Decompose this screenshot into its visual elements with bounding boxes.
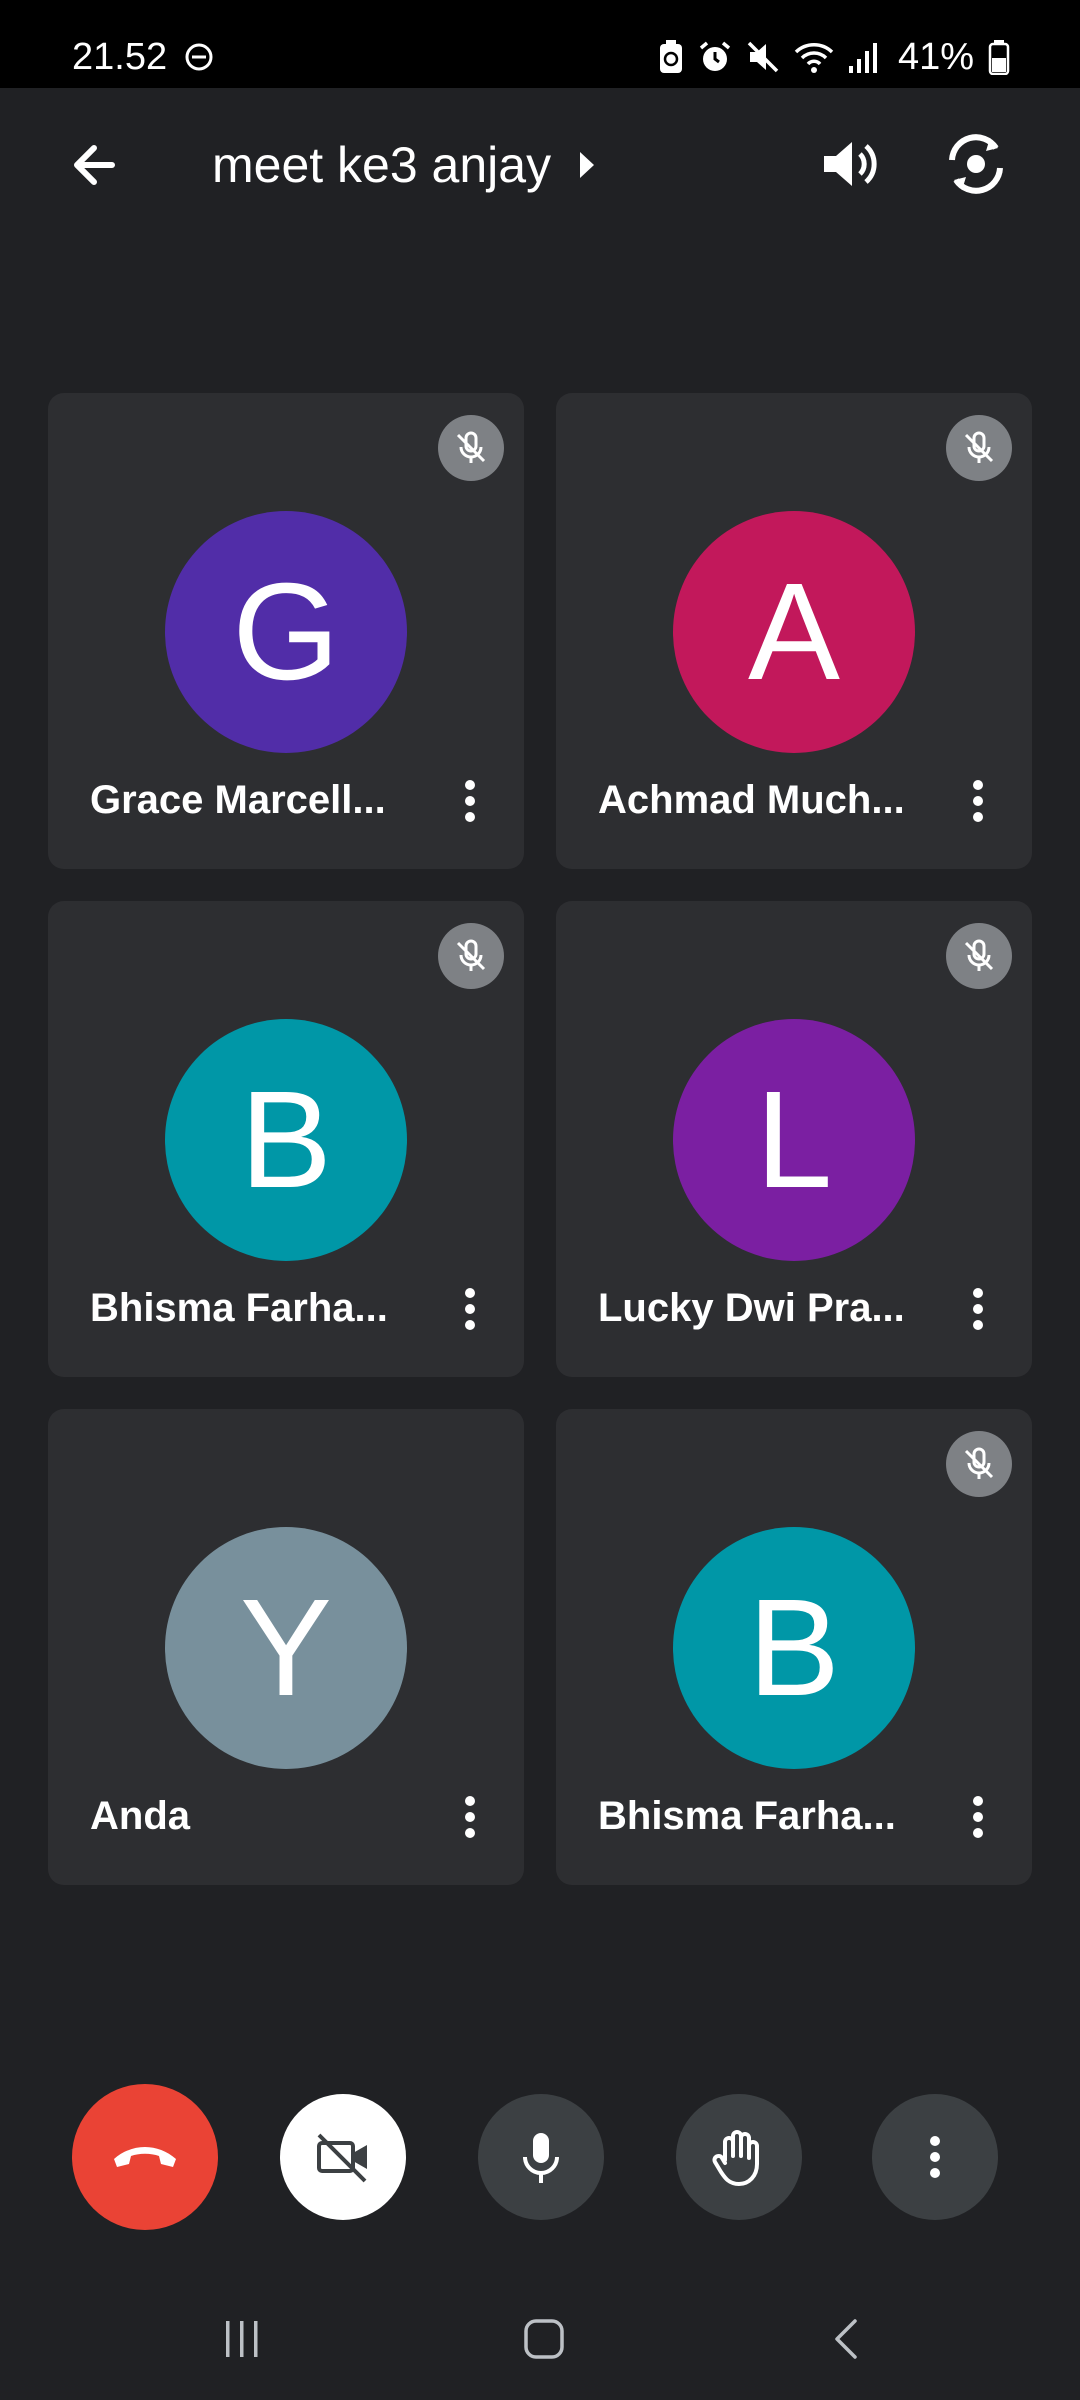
mic-off-icon <box>964 939 994 971</box>
back-arrow-icon <box>74 145 115 185</box>
more-vert-icon <box>465 1288 475 1330</box>
participant-name: Lucky Dwi Pra... <box>598 1286 905 1330</box>
meeting-title-button[interactable]: meet ke3 anjay <box>212 130 597 200</box>
end-call-button[interactable] <box>72 2084 218 2230</box>
avatar-initial: G <box>232 554 340 709</box>
wifi-icon <box>794 40 834 74</box>
recent-apps-button[interactable] <box>197 2294 287 2384</box>
raise-hand-button[interactable] <box>676 2094 802 2220</box>
do-not-disturb-icon <box>184 42 214 77</box>
status-icons: 41% <box>658 34 1010 80</box>
participant-name: Grace Marcell... <box>90 778 386 822</box>
battery-saver-icon <box>658 39 684 75</box>
mute-icon <box>746 40 780 74</box>
microphone-icon <box>523 2133 559 2183</box>
mic-muted-badge <box>438 923 504 989</box>
more-vert-icon <box>973 1796 983 1838</box>
mic-muted-badge <box>946 1431 1012 1497</box>
more-options-button[interactable] <box>872 2094 998 2220</box>
participant-options-button[interactable] <box>948 1279 1008 1339</box>
home-button[interactable] <box>499 2294 589 2384</box>
back-button[interactable] <box>62 130 132 200</box>
participant-avatar: B <box>165 1019 407 1261</box>
camera-off-icon <box>317 2133 367 2183</box>
battery-percentage: 41% <box>897 35 974 78</box>
audio-output-button[interactable] <box>814 128 886 200</box>
status-time: 21.52 <box>72 36 168 78</box>
back-icon <box>835 2319 857 2359</box>
participant-tile[interactable]: L Lucky Dwi Pra... <box>556 901 1032 1377</box>
switch-camera-button[interactable] <box>938 126 1014 202</box>
meeting-title: meet ke3 anjay <box>212 137 552 193</box>
participant-options-button[interactable] <box>948 771 1008 831</box>
participant-avatar: Y <box>165 1527 407 1769</box>
speaker-icon <box>824 142 877 186</box>
participant-avatar: A <box>673 511 915 753</box>
participant-options-button[interactable] <box>948 1787 1008 1847</box>
avatar-initial: B <box>747 1570 841 1725</box>
participant-avatar: L <box>673 1019 915 1261</box>
battery-icon <box>988 39 1010 75</box>
system-nav-bar <box>0 2270 1080 2400</box>
chevron-right-icon <box>580 152 595 178</box>
raise-hand-icon <box>712 2130 759 2186</box>
avatar-initial: B <box>239 1062 333 1217</box>
participant-avatar: G <box>165 511 407 753</box>
participant-tile[interactable]: A Achmad Much... <box>556 393 1032 869</box>
participant-tile[interactable]: G Grace Marcell... <box>48 393 524 869</box>
mic-muted-badge <box>946 923 1012 989</box>
status-bar: 21.52 41% <box>0 0 1080 88</box>
mic-off-icon <box>964 1447 994 1479</box>
more-options-icon <box>930 2136 940 2178</box>
participant-avatar: B <box>673 1527 915 1769</box>
participant-options-button[interactable] <box>440 1279 500 1339</box>
camera-toggle-button[interactable] <box>280 2094 406 2220</box>
participant-name: Bhisma Farha... <box>598 1794 896 1838</box>
participant-options-button[interactable] <box>440 1787 500 1847</box>
home-icon <box>524 2319 564 2359</box>
mic-off-icon <box>456 431 486 463</box>
mic-muted-badge <box>946 415 1012 481</box>
recent-apps-icon <box>226 2321 258 2357</box>
more-vert-icon <box>973 1288 983 1330</box>
call-controls <box>0 2080 1080 2240</box>
more-vert-icon <box>973 780 983 822</box>
avatar-initial: Y <box>239 1570 333 1725</box>
signal-icon <box>848 40 878 74</box>
participant-name: Bhisma Farha... <box>90 1286 388 1330</box>
alarm-icon <box>698 40 732 74</box>
participant-tile[interactable]: B Bhisma Farha... <box>48 901 524 1377</box>
avatar-initial: A <box>747 554 841 709</box>
participant-name: Achmad Much... <box>598 778 905 822</box>
system-back-button[interactable] <box>802 2294 892 2384</box>
participant-tile-self[interactable]: Y Anda <box>48 1409 524 1885</box>
participant-tile[interactable]: B Bhisma Farha... <box>556 1409 1032 1885</box>
call-header: meet ke3 anjay <box>0 88 1080 238</box>
mic-off-icon <box>964 431 994 463</box>
more-vert-icon <box>465 1796 475 1838</box>
participant-options-button[interactable] <box>440 771 500 831</box>
microphone-button[interactable] <box>478 2094 604 2220</box>
mic-off-icon <box>456 939 486 971</box>
avatar-initial: L <box>755 1062 833 1217</box>
participant-name: Anda <box>90 1794 190 1838</box>
mic-muted-badge <box>438 415 504 481</box>
end-call-icon <box>114 2147 176 2167</box>
switch-camera-icon <box>949 134 1003 194</box>
more-vert-icon <box>465 780 475 822</box>
